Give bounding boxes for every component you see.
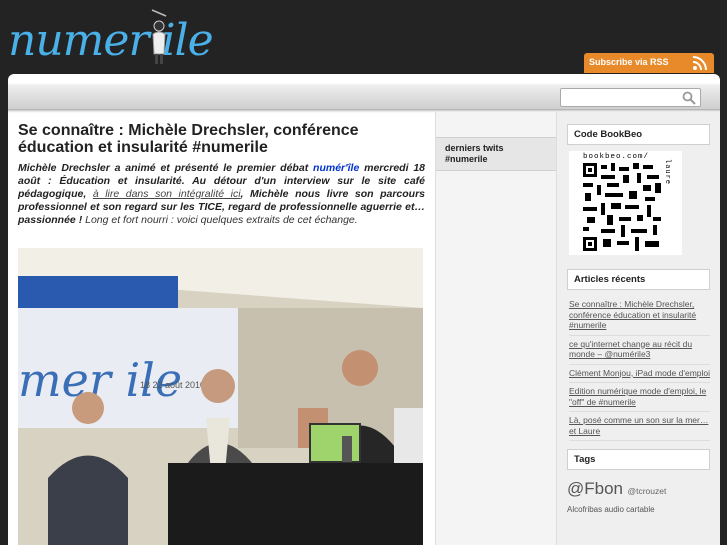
main-content: Se connaître : Michèle Drechsler, confér… [8, 112, 435, 545]
post-photo: mer ile 18 22 août 2010 [18, 248, 423, 545]
tag-cloud: @Fbon @tcrouzet Alcofribas audio cartabl… [567, 479, 710, 517]
excerpt-part-1: Michèle Drechsler a animé et présenté le… [18, 162, 314, 174]
main-container: Se connaître : Michèle Drechsler, confér… [8, 74, 720, 545]
logo-figure-icon [151, 9, 167, 64]
search-input[interactable] [561, 91, 673, 108]
bookbeo-widget-title: Code BookBeo [567, 124, 710, 145]
photo-banner-dates: 18 22 août 2010 [140, 380, 205, 390]
recent-posts-list: Se connaître : Michèle Drechsler, confér… [567, 296, 710, 441]
logo-text: numer ile [8, 15, 214, 66]
qr-url-label: bookbeo.com/ [583, 153, 650, 161]
twitter-column: derniers twits #numerile [435, 112, 557, 545]
qr-side-label: laure [663, 159, 671, 186]
recent-post-item[interactable]: Edition numérique mode d'emploi, le "off… [569, 383, 710, 412]
search-box[interactable] [560, 88, 701, 108]
tags-widget-title: Tags [567, 449, 710, 470]
rss-subscribe-button[interactable]: Subscribe via RSS [584, 53, 714, 73]
excerpt-rest: Long et fort nourri : voici quelques ext… [82, 214, 358, 226]
rss-label: Subscribe via RSS [589, 57, 669, 67]
full-article-link[interactable]: à lire dans son intégralité ici [93, 188, 241, 200]
recent-posts-title: Articles récents [567, 269, 710, 290]
search-icon[interactable] [682, 91, 696, 105]
tag-more[interactable]: Alcofribas audio cartable [567, 505, 655, 514]
post-title[interactable]: Se connaître : Michèle Drechsler, confér… [18, 122, 425, 156]
numerile-link[interactable]: numér'île [313, 162, 359, 174]
tag-fbon[interactable]: @Fbon [567, 479, 623, 498]
rss-icon [692, 56, 707, 71]
recent-post-item[interactable]: Se connaître : Michèle Drechsler, confér… [569, 296, 710, 336]
sidebar: Code BookBeo bookbeo.com/ laure Articles… [557, 112, 720, 545]
recent-post-item[interactable]: ce qu'internet change au récit du monde … [569, 336, 710, 365]
twits-title: derniers twits #numerile [436, 137, 556, 171]
post-excerpt: Michèle Drechsler a animé et présenté le… [18, 162, 425, 227]
navigation-bar [8, 84, 720, 110]
qr-code-icon [583, 163, 661, 251]
recent-post-item[interactable]: Là, posé comme un son sur la mer… et Lau… [569, 412, 710, 441]
tag-tcrouzet[interactable]: @tcrouzet [627, 486, 666, 496]
conference-photo: mer ile 18 22 août 2010 [18, 248, 423, 545]
site-logo[interactable]: numer ile [8, 4, 238, 70]
bookbeo-qr-code[interactable]: bookbeo.com/ laure [569, 151, 682, 255]
recent-post-item[interactable]: Clément Monjou, iPad mode d'emploi [569, 365, 710, 383]
